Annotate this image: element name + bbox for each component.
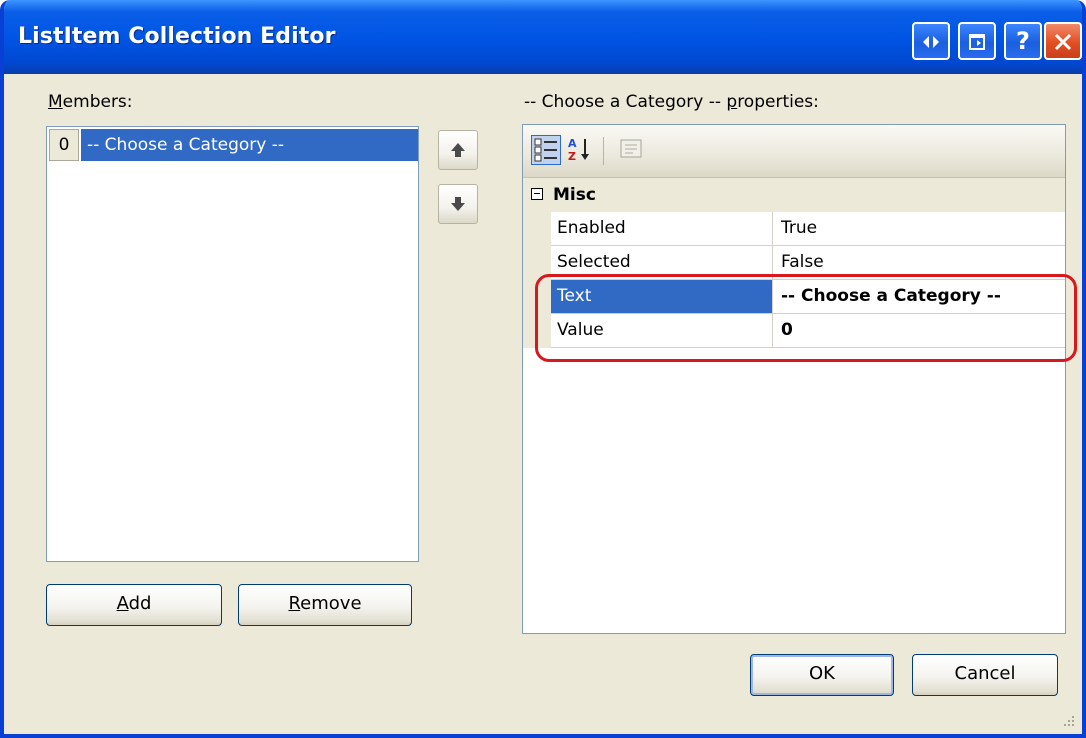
collapse-icon[interactable] <box>531 188 543 200</box>
help-button[interactable]: ? <box>1004 22 1042 60</box>
ok-button[interactable]: OK <box>750 654 894 696</box>
resize-grip-icon[interactable] <box>1062 714 1076 728</box>
property-pages-icon <box>620 139 642 158</box>
categorized-button[interactable] <box>531 135 561 165</box>
double-arrow-icon <box>923 36 939 48</box>
member-text: -- Choose a Category -- <box>81 129 418 161</box>
up-arrow-icon <box>451 143 465 157</box>
close-icon <box>1054 33 1072 51</box>
add-button[interactable]: Add <box>46 584 222 626</box>
cancel-button[interactable]: Cancel <box>912 654 1058 696</box>
window-title: ListItem Collection Editor <box>18 24 336 49</box>
toolbar-separator <box>603 137 604 165</box>
property-grid-toolbar: A Z <box>523 125 1065 178</box>
title-bar[interactable]: ListItem Collection Editor ? <box>4 0 1082 74</box>
property-row-enabled[interactable]: Enabled True <box>551 212 1065 246</box>
remove-button[interactable]: Remove <box>238 584 412 626</box>
members-label: Members: <box>48 92 133 112</box>
members-list[interactable]: 0 -- Choose a Category -- <box>46 126 419 562</box>
svg-text:A: A <box>568 137 577 150</box>
highlight-outline <box>535 274 1077 362</box>
list-item[interactable]: 0 -- Choose a Category -- <box>49 129 418 161</box>
listitem-collection-editor-window: ListItem Collection Editor ? Members: 0 … <box>0 0 1086 738</box>
move-down-button[interactable] <box>438 184 478 224</box>
svg-text:Z: Z <box>568 150 576 163</box>
close-button[interactable] <box>1044 22 1082 60</box>
property-pages-button[interactable] <box>617 135 647 165</box>
move-up-button[interactable] <box>438 130 478 170</box>
window-icon <box>969 34 985 50</box>
down-arrow-icon <box>451 197 465 211</box>
category-row-misc[interactable]: Misc <box>523 178 1065 212</box>
alphabetical-icon: A Z <box>568 137 589 163</box>
property-name: Enabled <box>551 212 773 245</box>
property-grid[interactable]: A Z Misc Enabled True Selected False Tex… <box>522 124 1066 634</box>
restore-button[interactable] <box>912 22 950 60</box>
window-button[interactable] <box>958 22 996 60</box>
member-index: 0 <box>49 129 79 161</box>
alphabetical-button[interactable]: A Z <box>565 135 595 165</box>
properties-label: -- Choose a Category -- properties: <box>524 92 819 112</box>
category-name: Misc <box>553 185 596 205</box>
property-value[interactable]: True <box>775 212 1063 245</box>
help-icon: ? <box>1016 27 1030 55</box>
categorized-icon <box>534 138 557 162</box>
